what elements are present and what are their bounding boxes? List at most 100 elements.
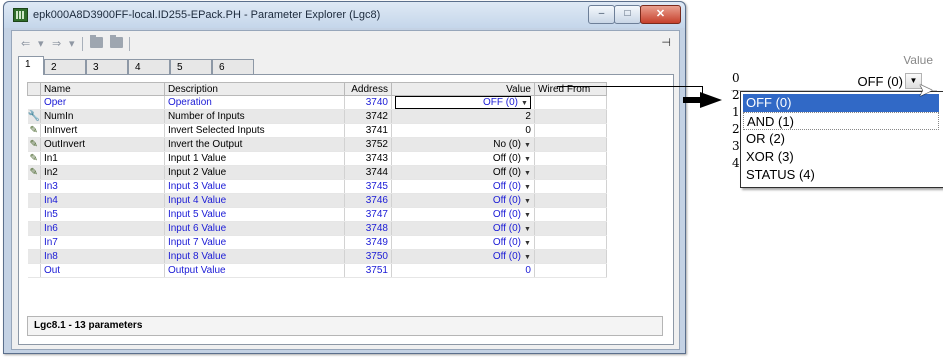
name-cell[interactable]: In5 [40, 207, 165, 222]
wired-from-cell[interactable] [534, 151, 607, 166]
wired-from-cell[interactable] [534, 235, 607, 250]
description-cell[interactable]: Input 8 Value [164, 249, 345, 264]
value-cell[interactable]: 0 [391, 263, 535, 278]
address-cell[interactable]: 3751 [344, 263, 392, 278]
description-cell[interactable]: Invert the Output [164, 137, 345, 152]
dropdown-option[interactable]: STATUS (4) [743, 166, 939, 184]
description-cell[interactable]: Output Value [164, 263, 345, 278]
value-cell[interactable]: Off (0) ▼ [391, 249, 535, 264]
chevron-down-icon[interactable]: ▼ [521, 100, 528, 107]
address-cell[interactable]: 3746 [344, 193, 392, 208]
chevron-down-icon[interactable]: ▼ [524, 226, 531, 233]
name-cell[interactable]: NumIn [40, 109, 165, 124]
column-header-name[interactable]: Name [39, 82, 165, 96]
tab-6[interactable]: 6 [212, 59, 254, 74]
maximize-button[interactable]: □ [614, 5, 641, 24]
table-row[interactable]: In6 Input 6 Value 3748 Off (0) ▼ [27, 221, 607, 236]
table-row[interactable]: ✎ OutInvert Invert the Output 3752 No (0) ▼ [27, 137, 607, 152]
chevron-down-icon[interactable]: ▼ [524, 142, 531, 149]
chevron-down-icon[interactable]: ▼ [524, 198, 531, 205]
name-cell[interactable]: Oper [40, 95, 165, 110]
value-editor-box[interactable]: OFF (0) ▼ [394, 96, 531, 109]
chevron-down-icon[interactable]: ▼ [524, 212, 531, 219]
back-dropdown-icon[interactable]: ▾ [38, 37, 44, 50]
chevron-down-icon[interactable]: ▼ [524, 184, 531, 191]
table-row[interactable]: ✎ In2 Input 2 Value 3744 Off (0) ▼ [27, 165, 607, 180]
name-cell[interactable]: Out [40, 263, 165, 278]
zoomed-value-cell[interactable]: OFF (0) ▼ [731, 71, 937, 91]
address-cell[interactable]: 3748 [344, 221, 392, 236]
folder-open-icon[interactable] [110, 35, 123, 48]
value-cell[interactable]: Off (0) ▼ [391, 235, 535, 250]
address-cell[interactable]: 3750 [344, 249, 392, 264]
close-button[interactable]: ✕ [640, 5, 681, 24]
value-cell[interactable]: Off (0) ▼ [391, 179, 535, 194]
folder-up-icon[interactable] [90, 35, 103, 48]
title-bar[interactable]: epk000A8D3900FF-local.ID255-EPack.PH - P… [4, 2, 685, 28]
name-cell[interactable]: In2 [40, 165, 165, 180]
table-row[interactable]: In7 Input 7 Value 3749 Off (0) ▼ [27, 235, 607, 250]
tab-4[interactable]: 4 [128, 59, 170, 74]
column-header-wired-from[interactable]: Wired From [533, 82, 607, 96]
tab-2[interactable]: 2 [44, 59, 86, 74]
table-row[interactable]: In8 Input 8 Value 3750 Off (0) ▼ [27, 249, 607, 264]
column-header-address[interactable]: Address [343, 82, 392, 96]
minimize-button[interactable]: – [588, 5, 615, 24]
address-cell[interactable]: 3743 [344, 151, 392, 166]
description-cell[interactable]: Number of Inputs [164, 109, 345, 124]
chevron-down-icon[interactable]: ▼ [524, 254, 531, 261]
back-arrow-icon[interactable]: ⇐ [21, 37, 30, 50]
chevron-down-icon[interactable]: ▼ [524, 156, 531, 163]
wired-from-cell[interactable] [534, 95, 607, 110]
value-cell[interactable]: Off (0) ▼ [391, 165, 535, 180]
name-cell[interactable]: In1 [40, 151, 165, 166]
wired-from-cell[interactable] [534, 263, 607, 278]
table-row[interactable]: ✎ In1 Input 1 Value 3743 Off (0) ▼ [27, 151, 607, 166]
name-cell[interactable]: In3 [40, 179, 165, 194]
wired-from-cell[interactable] [534, 137, 607, 152]
wired-from-cell[interactable] [534, 123, 607, 138]
column-header-description[interactable]: Description [163, 82, 345, 96]
table-row[interactable]: Oper Operation 3740 OFF (0) ▼ [27, 95, 607, 110]
wired-from-cell[interactable] [534, 193, 607, 208]
name-cell[interactable]: In6 [40, 221, 165, 236]
table-row[interactable]: In3 Input 3 Value 3745 Off (0) ▼ [27, 179, 607, 194]
value-cell[interactable]: OFF (0) ▼ [391, 95, 535, 110]
chevron-down-icon[interactable]: ▼ [524, 240, 531, 247]
wired-from-cell[interactable] [534, 165, 607, 180]
description-cell[interactable]: Input 7 Value [164, 235, 345, 250]
address-cell[interactable]: 3744 [344, 165, 392, 180]
value-cell[interactable]: 2 [391, 109, 535, 124]
value-cell[interactable]: Off (0) ▼ [391, 221, 535, 236]
address-cell[interactable]: 3742 [344, 109, 392, 124]
wired-from-cell[interactable] [534, 179, 607, 194]
value-cell[interactable]: Off (0) ▼ [391, 207, 535, 222]
value-cell[interactable]: No (0) ▼ [391, 137, 535, 152]
dropdown-option[interactable]: OR (2) [743, 130, 939, 148]
address-cell[interactable]: 3745 [344, 179, 392, 194]
wired-from-cell[interactable] [534, 207, 607, 222]
name-cell[interactable]: In7 [40, 235, 165, 250]
chevron-down-icon[interactable]: ▼ [524, 170, 531, 177]
name-cell[interactable]: InInvert [40, 123, 165, 138]
name-cell[interactable]: In8 [40, 249, 165, 264]
value-cell[interactable]: Off (0) ▼ [391, 193, 535, 208]
address-cell[interactable]: 3749 [344, 235, 392, 250]
description-cell[interactable]: Input 3 Value [164, 179, 345, 194]
address-cell[interactable]: 3747 [344, 207, 392, 222]
tab-3[interactable]: 3 [86, 59, 128, 74]
name-cell[interactable]: In4 [40, 193, 165, 208]
wired-from-cell[interactable] [534, 109, 607, 124]
description-cell[interactable]: Operation [164, 95, 345, 110]
tab-5[interactable]: 5 [170, 59, 212, 74]
dropdown-option[interactable]: AND (1) [743, 112, 939, 130]
value-cell[interactable]: 0 [391, 123, 535, 138]
name-cell[interactable]: OutInvert [40, 137, 165, 152]
address-cell[interactable]: 3740 [344, 95, 392, 110]
wired-from-cell[interactable] [534, 249, 607, 264]
forward-arrow-icon[interactable]: ⇒ [52, 37, 61, 50]
address-cell[interactable]: 3741 [344, 123, 392, 138]
description-cell[interactable]: Input 4 Value [164, 193, 345, 208]
address-cell[interactable]: 3752 [344, 137, 392, 152]
table-row[interactable]: ✎ InInvert Invert Selected Inputs 3741 0 [27, 123, 607, 138]
